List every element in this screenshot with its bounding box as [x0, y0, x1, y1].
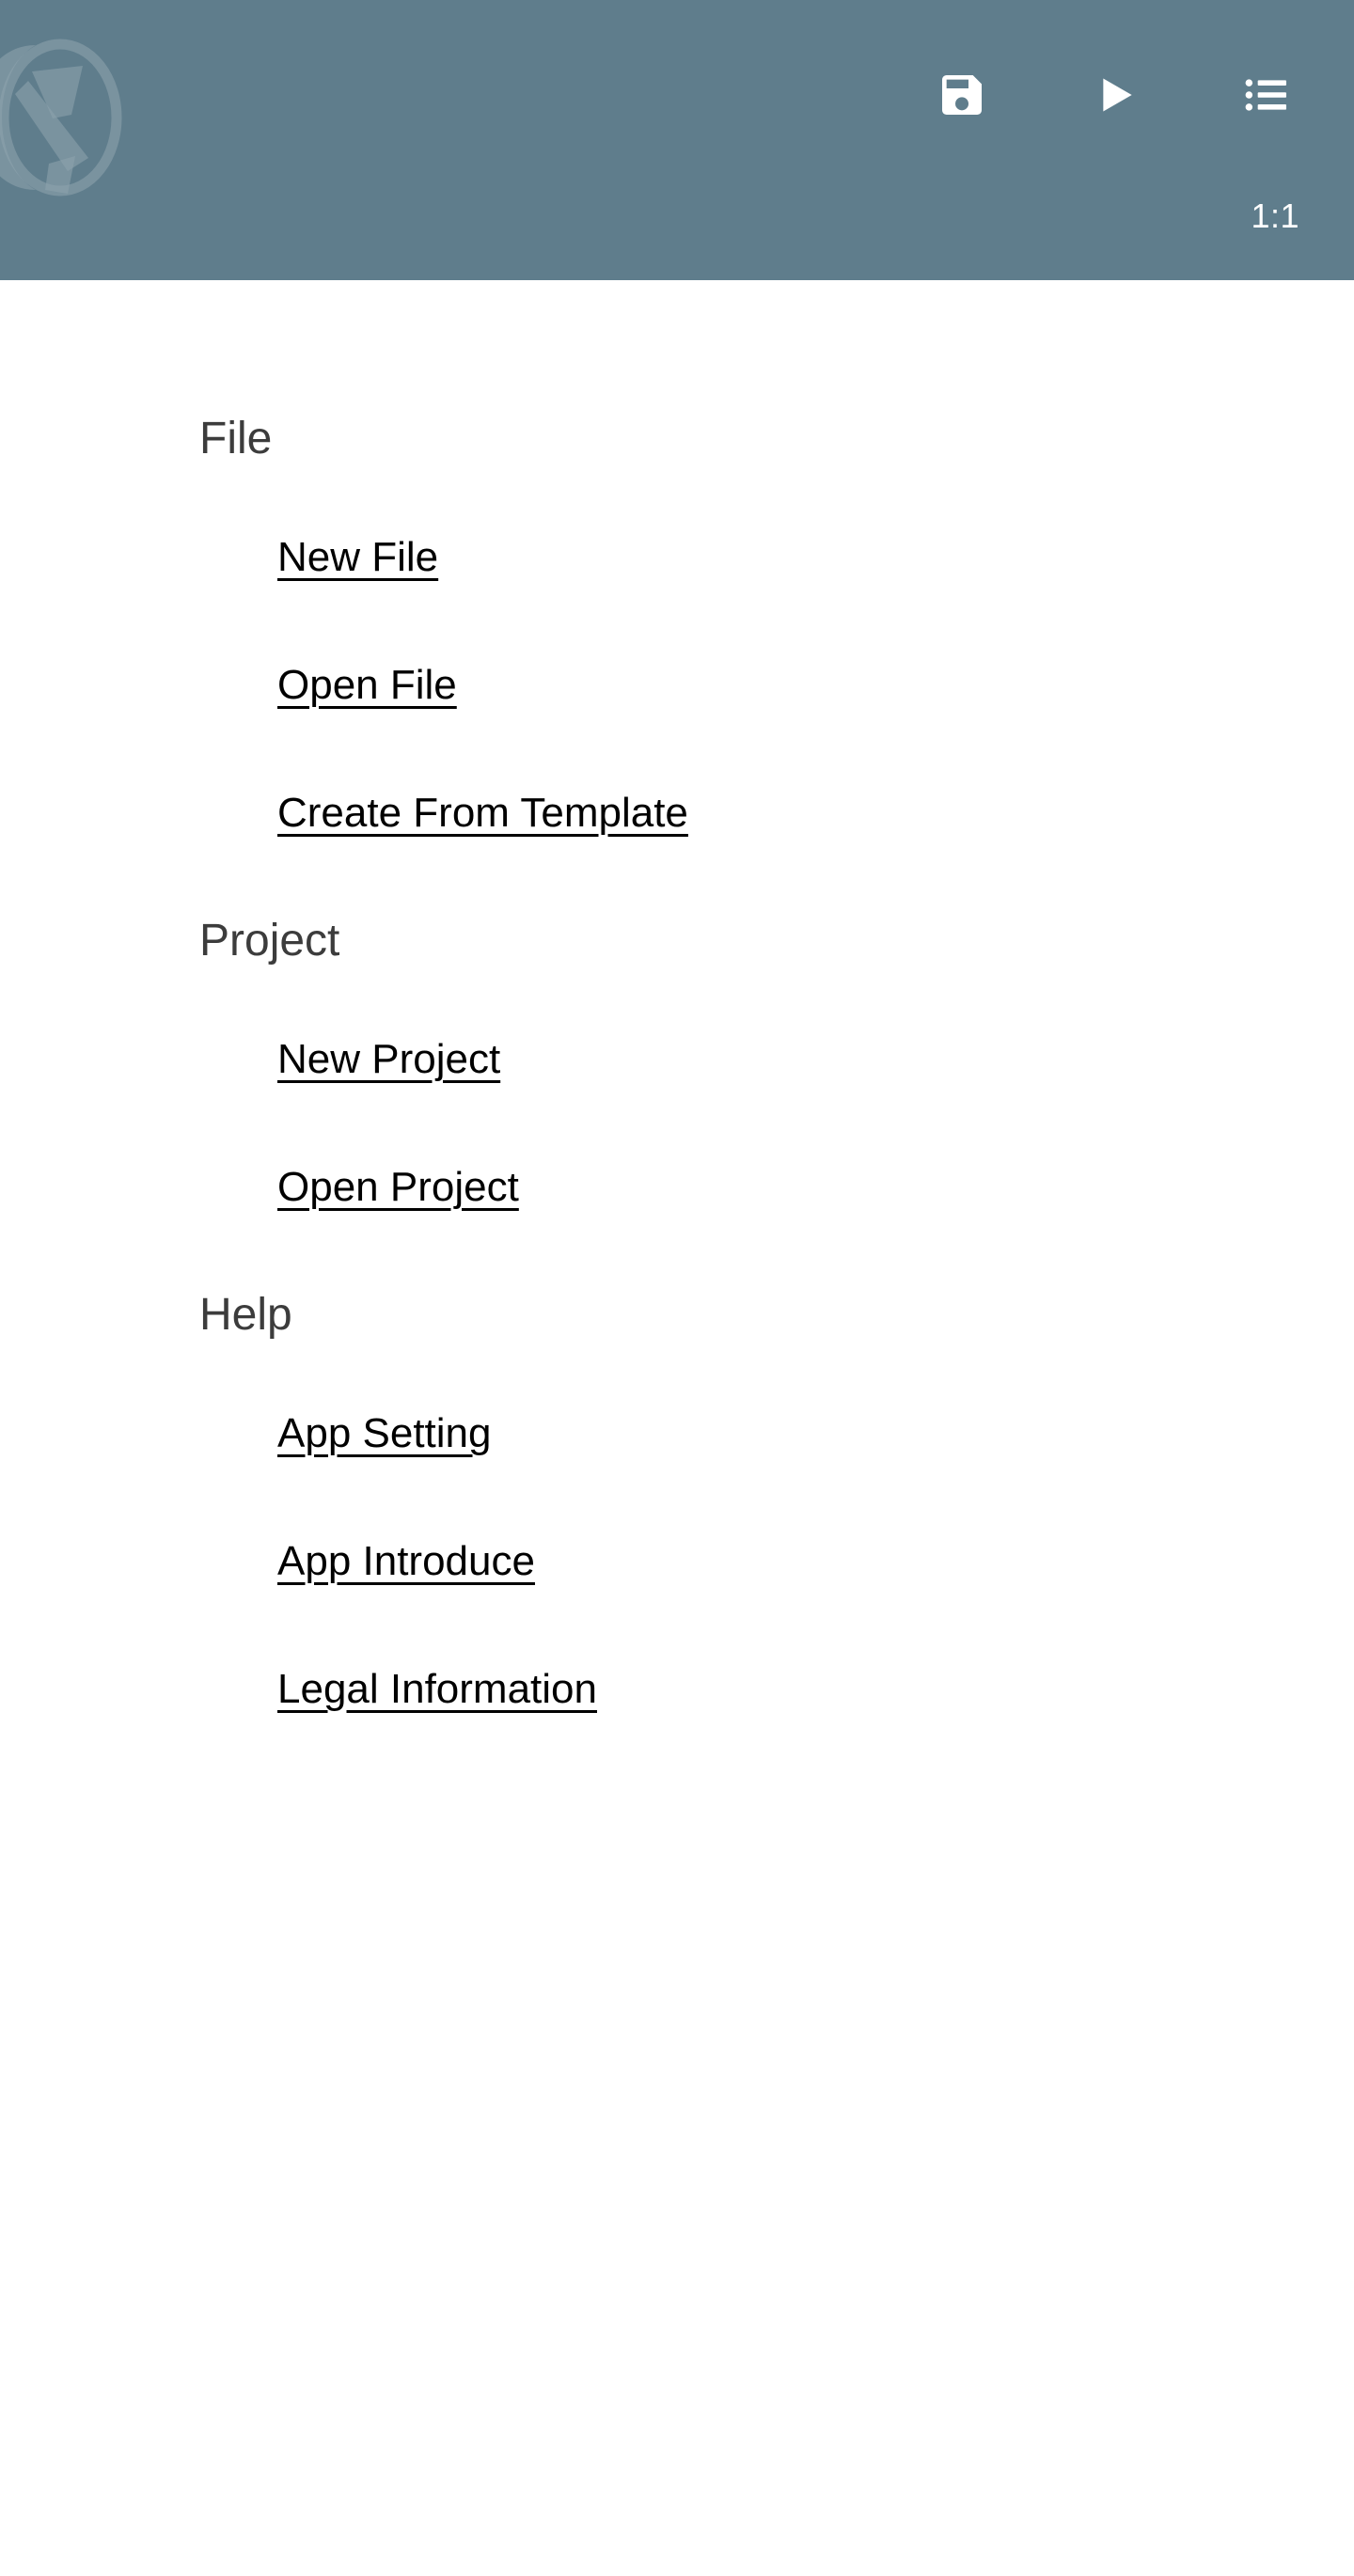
menu-item-label: New Project: [277, 1036, 501, 1082]
section-title-project: Project: [199, 916, 340, 966]
menu-item-label: Create From Template: [277, 790, 688, 836]
menu-item-app-introduce[interactable]: App Introduce: [0, 1502, 1354, 1630]
main-menu: File New File Open File Create From Temp…: [0, 280, 1354, 2576]
menu-section-project: Project New Project Open Project: [0, 882, 1354, 1256]
menu-button[interactable]: [1230, 58, 1303, 132]
menu-item-app-setting[interactable]: App Setting: [0, 1374, 1354, 1502]
save-icon: [936, 69, 988, 121]
app-bar: 1:1: [0, 0, 1354, 280]
menu-item-create-from-template[interactable]: Create From Template: [0, 754, 1354, 882]
menu-list: File New File Open File Create From Temp…: [0, 280, 1354, 1758]
menu-item-label: New File: [277, 534, 439, 580]
menu-item-label: App Setting: [277, 1410, 492, 1456]
menu-item-open-file[interactable]: Open File: [0, 626, 1354, 754]
menu-item-new-file[interactable]: New File: [0, 498, 1354, 626]
app-logo-watermark-icon: [0, 28, 149, 207]
zoom-ratio-label[interactable]: 1:1: [1251, 199, 1299, 233]
menu-item-label: Open Project: [277, 1164, 519, 1210]
play-icon: [1088, 69, 1141, 121]
section-title-file: File: [199, 414, 273, 463]
list-icon: [1240, 69, 1293, 121]
menu-item-label: Open File: [277, 662, 457, 708]
run-button[interactable]: [1078, 58, 1151, 132]
menu-item-legal-information[interactable]: Legal Information: [0, 1630, 1354, 1758]
save-button[interactable]: [925, 58, 999, 132]
menu-item-label: Legal Information: [277, 1666, 597, 1712]
menu-section-file: File New File Open File Create From Temp…: [0, 380, 1354, 882]
menu-item-open-project[interactable]: Open Project: [0, 1128, 1354, 1256]
menu-item-new-project[interactable]: New Project: [0, 1000, 1354, 1128]
menu-item-label: App Introduce: [277, 1538, 535, 1584]
menu-section-help: Help App Setting App Introduce Legal Inf…: [0, 1256, 1354, 1758]
section-title-help: Help: [199, 1290, 292, 1340]
app-bar-actions: [925, 58, 1303, 132]
